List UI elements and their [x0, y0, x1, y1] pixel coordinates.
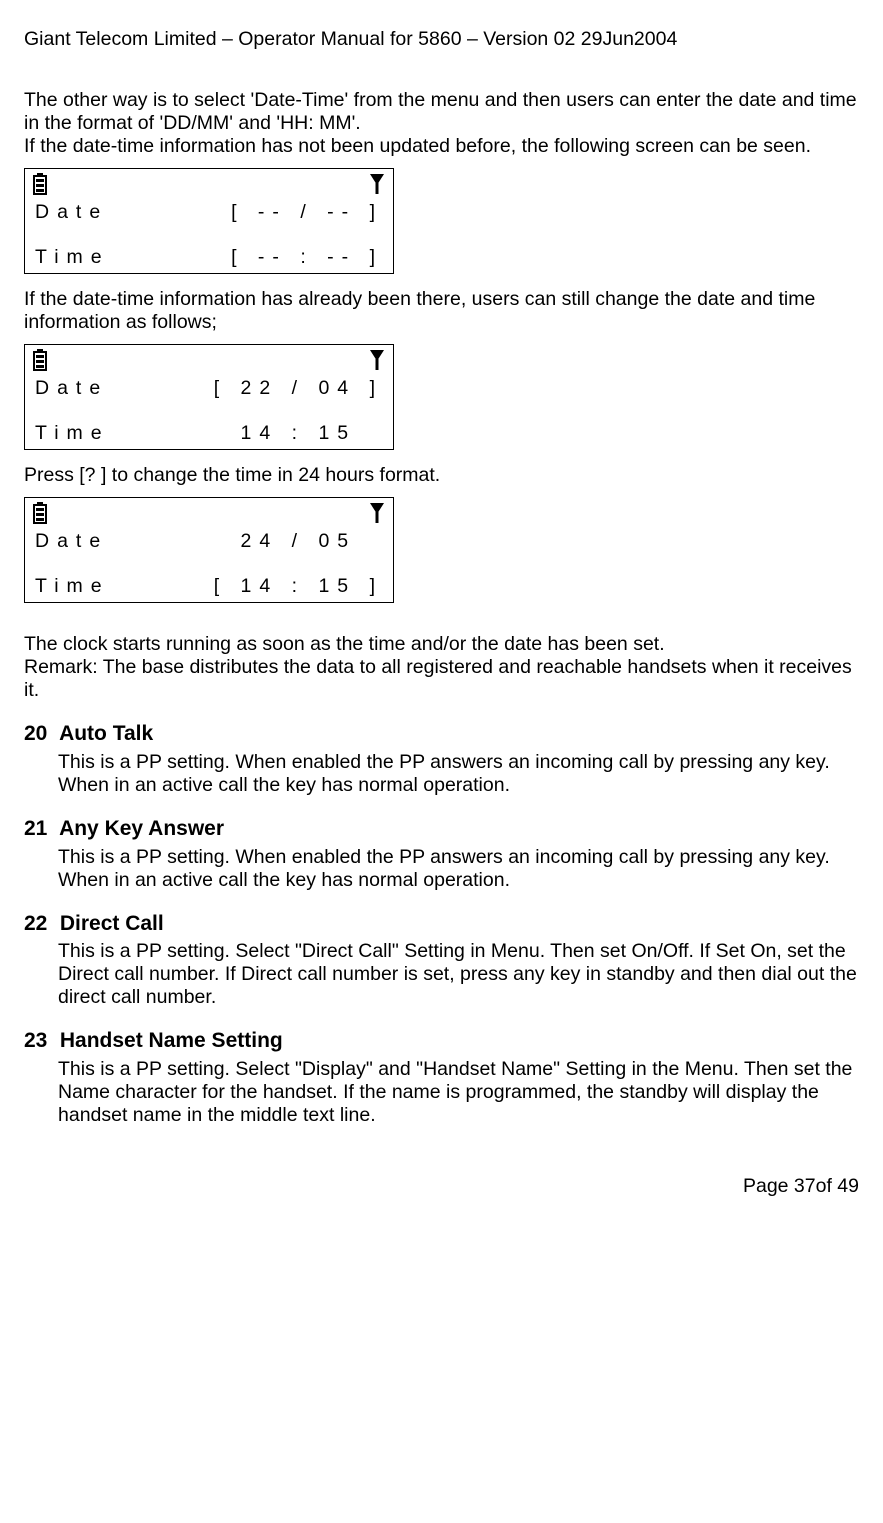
lcd-screen-2: Date [ 22 / 04 ] Time 14 : 15 — [24, 344, 394, 450]
section-21-body: This is a PP setting. When enabled the P… — [58, 846, 859, 892]
lcd1-date-label: Date — [35, 201, 108, 224]
page-footer: Page 37of 49 — [24, 1175, 859, 1198]
signal-icon — [369, 502, 385, 524]
lcd3-time-label: Time — [35, 575, 110, 598]
section-21-title: Any Key Answer — [59, 817, 224, 840]
section-22-body: This is a PP setting. Select "Direct Cal… — [58, 940, 859, 1009]
intro-paragraph-2: If the date-time information has not bee… — [24, 135, 859, 158]
section-20-num: 20 — [24, 722, 54, 747]
section-22-title: Direct Call — [60, 912, 164, 935]
section-23-body: This is a PP setting. Select "Display" a… — [58, 1058, 859, 1127]
section-23-num: 23 — [24, 1029, 54, 1054]
section-20-heading: 20 Auto Talk — [24, 722, 859, 747]
lcd1-time-value: [ -- : -- ] — [231, 246, 383, 269]
section-21-heading: 21 Any Key Answer — [24, 817, 859, 842]
page-header: Giant Telecom Limited – Operator Manual … — [24, 28, 859, 51]
battery-icon — [33, 502, 47, 524]
lcd3-date-value: 24 / 05 — [214, 530, 383, 553]
lcd-screen-3: Date 24 / 05 Time [ 14 : 15 ] — [24, 497, 394, 603]
after-paragraph-2: Remark: The base distributes the data to… — [24, 656, 859, 702]
lcd2-time-label: Time — [35, 422, 110, 445]
lcd2-date-value: [ 22 / 04 ] — [214, 377, 383, 400]
lcd-screen-1: Date [ -- / -- ] Time [ -- : -- ] — [24, 168, 394, 274]
lcd2-time-value: 14 : 15 — [214, 422, 383, 445]
mid-paragraph-2: Press [? ] to change the time in 24 hour… — [24, 464, 859, 487]
signal-icon — [369, 349, 385, 371]
section-22-heading: 22 Direct Call — [24, 912, 859, 937]
lcd1-time-label: Time — [35, 246, 110, 269]
lcd1-date-value: [ -- / -- ] — [231, 201, 383, 224]
section-22-num: 22 — [24, 912, 54, 937]
battery-icon — [33, 173, 47, 195]
mid-paragraph-1: If the date-time information has already… — [24, 288, 859, 334]
lcd2-date-label: Date — [35, 377, 108, 400]
after-paragraph-1: The clock starts running as soon as the … — [24, 633, 859, 656]
section-23-heading: 23 Handset Name Setting — [24, 1029, 859, 1054]
battery-icon — [33, 349, 47, 371]
intro-paragraph-1: The other way is to select 'Date-Time' f… — [24, 89, 859, 135]
section-21-num: 21 — [24, 817, 54, 842]
section-23-title: Handset Name Setting — [60, 1029, 283, 1052]
signal-icon — [369, 173, 385, 195]
section-20-body: This is a PP setting. When enabled the P… — [58, 751, 859, 797]
lcd3-time-value: [ 14 : 15 ] — [214, 575, 383, 598]
lcd3-date-label: Date — [35, 530, 108, 553]
section-20-title: Auto Talk — [59, 722, 153, 745]
